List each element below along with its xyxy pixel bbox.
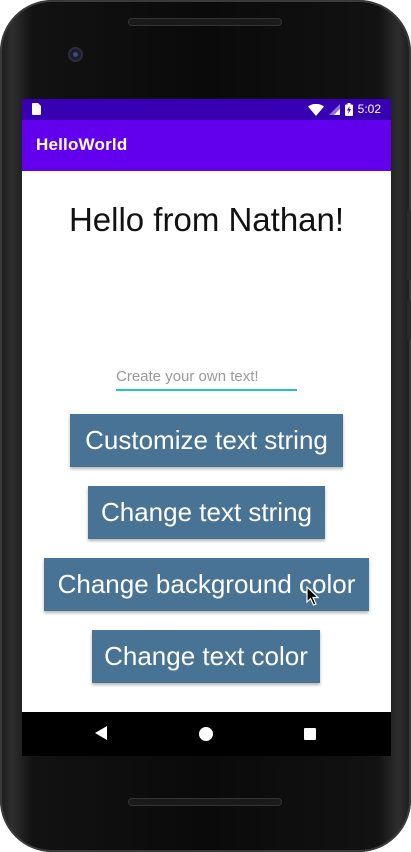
app-title: HelloWorld bbox=[36, 135, 128, 154]
navigation-bar bbox=[22, 712, 391, 756]
recents-icon[interactable] bbox=[304, 728, 316, 740]
main-content: Hello from Nathan! Customize text string… bbox=[22, 171, 391, 712]
cellular-signal-icon bbox=[328, 104, 340, 115]
back-icon[interactable] bbox=[95, 726, 107, 740]
status-bar: 5:02 bbox=[22, 99, 391, 120]
app-bar: HelloWorld bbox=[22, 120, 391, 171]
hello-text: Hello from Nathan! bbox=[68, 201, 345, 238]
mouse-cursor-icon bbox=[306, 586, 320, 606]
status-time: 5:02 bbox=[357, 102, 381, 116]
change-text-color-button[interactable]: Change text color bbox=[92, 630, 320, 683]
change-background-color-button[interactable]: Change background color bbox=[44, 558, 369, 611]
front-camera bbox=[68, 47, 83, 62]
battery-charging-icon bbox=[344, 103, 353, 116]
custom-text-input[interactable] bbox=[116, 363, 297, 391]
change-text-string-button[interactable]: Change text string bbox=[88, 486, 325, 539]
phone-frame: 5:02 HelloWorld Hello from Nathan! Custo… bbox=[0, 0, 411, 852]
bottom-speaker bbox=[128, 798, 282, 806]
home-icon[interactable] bbox=[199, 727, 213, 741]
wifi-icon bbox=[307, 103, 324, 116]
top-speaker bbox=[128, 18, 282, 26]
device-screen: 5:02 HelloWorld Hello from Nathan! Custo… bbox=[22, 99, 391, 712]
volume-button bbox=[407, 210, 411, 280]
power-button bbox=[407, 300, 411, 340]
sim-card-icon bbox=[32, 103, 41, 115]
customize-text-string-button[interactable]: Customize text string bbox=[70, 414, 343, 467]
